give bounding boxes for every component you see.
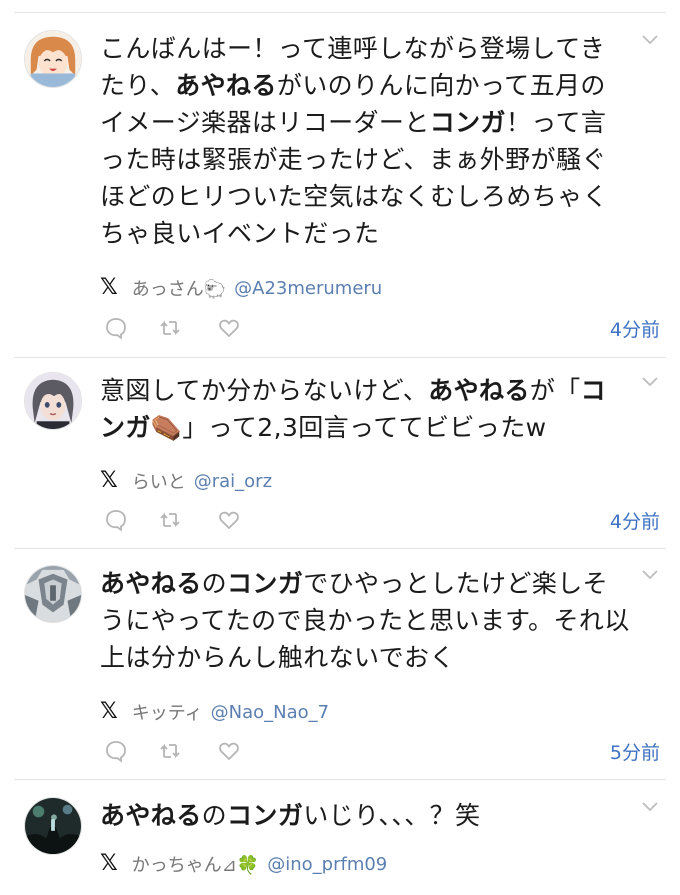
post-card[interactable]: 意図してか分からないけど、あやねるが「コンガ⚰️」って2,3回言っててビビったw…: [0, 372, 680, 542]
avatar[interactable]: [24, 797, 82, 855]
like-icon[interactable]: [217, 739, 241, 763]
x-logo-icon: 𝕏: [100, 699, 118, 724]
reply-icon[interactable]: [104, 739, 128, 763]
timestamp: 4分前: [609, 511, 660, 533]
post-source: 𝕏 かっちゃん⊿🍀 @ino_prfm09: [100, 849, 387, 879]
user-handle[interactable]: @ino_prfm09: [267, 854, 387, 875]
post-card[interactable]: あやねるのコンガでひやっとしたけど楽しそうにやってたので良かったと思います。それ…: [0, 565, 680, 775]
x-logo-icon: 𝕏: [100, 468, 118, 493]
post-divider: [14, 779, 666, 780]
username[interactable]: かっちゃん⊿🍀: [132, 851, 260, 877]
post-text: あやねるのコンガでひやっとしたけど楽しそうにやってたので良かったと思います。それ…: [100, 569, 630, 672]
avatar-image: [25, 798, 81, 854]
post-source: 𝕏 キッティ @Nao_Nao_7: [100, 697, 329, 727]
avatar[interactable]: [24, 30, 82, 88]
username[interactable]: あっさん🐑: [132, 275, 226, 301]
action-bar: 5分前: [100, 736, 660, 766]
x-logo-icon: 𝕏: [100, 851, 118, 876]
post-divider: [14, 357, 666, 358]
chevron-down-icon[interactable]: [640, 799, 660, 813]
like-icon[interactable]: [217, 316, 241, 340]
post-source: 𝕏 らいと @rai_orz: [100, 466, 272, 496]
avatar[interactable]: [24, 372, 82, 430]
post-card[interactable]: こんばんはー！って連呼しながら登場してきたり、あやねるがいのりんに向かって五月の…: [0, 30, 680, 355]
username[interactable]: らいと: [132, 468, 186, 494]
post-source: 𝕏 あっさん🐑 @A23merumeru: [100, 273, 382, 303]
user-handle[interactable]: @rai_orz: [194, 471, 272, 492]
post-text: あやねるのコンガいじり、、、？笑: [100, 801, 481, 830]
timestamp: 5分前: [609, 742, 660, 764]
post-divider: [14, 548, 666, 549]
repost-icon[interactable]: [158, 739, 182, 763]
reply-icon[interactable]: [104, 316, 128, 340]
chevron-down-icon[interactable]: [640, 374, 660, 388]
username[interactable]: キッティ: [132, 699, 203, 725]
avatar-image: [25, 566, 81, 622]
like-icon[interactable]: [217, 508, 241, 532]
reply-icon[interactable]: [104, 508, 128, 532]
action-bar: 4分前: [100, 505, 660, 535]
top-divider: [14, 12, 666, 13]
post-text: こんばんはー！って連呼しながら登場してきたり、あやねるがいのりんに向かって五月の…: [100, 34, 609, 248]
avatar-image: [25, 373, 81, 429]
avatar-image: [25, 31, 81, 87]
action-bar: 4分前: [100, 313, 660, 343]
timestamp: 4分前: [609, 319, 660, 341]
avatar[interactable]: [24, 565, 82, 623]
repost-icon[interactable]: [158, 508, 182, 532]
post-text: 意図してか分からないけど、あやねるが「コンガ⚰️」って2,3回言っててビビったw: [100, 376, 607, 442]
chevron-down-icon[interactable]: [640, 32, 660, 46]
repost-icon[interactable]: [158, 316, 182, 340]
post-card[interactable]: あやねるのコンガいじり、、、？笑 𝕏 かっちゃん⊿🍀 @ino_prfm09: [0, 797, 680, 895]
user-handle[interactable]: @A23merumeru: [234, 278, 382, 299]
user-handle[interactable]: @Nao_Nao_7: [211, 702, 329, 723]
x-logo-icon: 𝕏: [100, 275, 118, 300]
chevron-down-icon[interactable]: [640, 567, 660, 581]
